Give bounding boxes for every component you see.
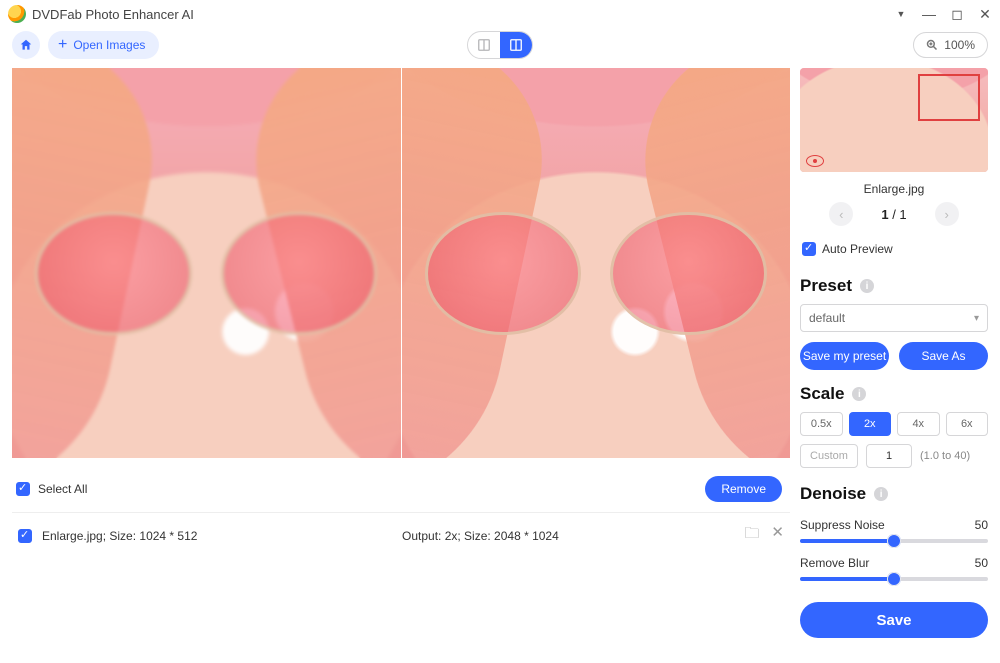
zoom-label: 100% bbox=[944, 38, 975, 52]
denoise-title: Denoise i bbox=[800, 476, 988, 512]
scale-2x[interactable]: 2x bbox=[849, 412, 892, 436]
pager-next[interactable]: › bbox=[935, 202, 959, 226]
info-icon[interactable]: i bbox=[874, 487, 888, 501]
side-panel: Enlarge.jpg ‹ 1 / 1 › Auto Preview Prese… bbox=[790, 62, 1000, 663]
row-checkbox[interactable] bbox=[18, 529, 32, 543]
scale-4x[interactable]: 4x bbox=[897, 412, 940, 436]
info-icon[interactable]: i bbox=[860, 279, 874, 293]
info-icon[interactable]: i bbox=[852, 387, 866, 401]
select-all-label: Select All bbox=[38, 482, 697, 496]
title-bar: DVDFab Photo Enhancer AI ▼ — ◻ ✕ bbox=[0, 0, 1000, 28]
home-icon bbox=[19, 38, 33, 52]
scale-range-hint: (1.0 to 40) bbox=[920, 450, 970, 462]
chevron-down-icon: ▾ bbox=[974, 313, 979, 324]
pager: ‹ 1 / 1 › bbox=[800, 202, 988, 234]
app-title: DVDFab Photo Enhancer AI bbox=[32, 7, 194, 22]
home-button[interactable] bbox=[12, 31, 40, 59]
row-output: Output: 2x; Size: 2048 * 1024 bbox=[402, 529, 734, 543]
suppress-noise-row: Suppress Noise 50 bbox=[800, 512, 988, 532]
view-toggle bbox=[467, 31, 533, 59]
close-icon[interactable]: ✕ bbox=[978, 7, 992, 21]
row-filename: Enlarge.jpg; Size: 1024 * 512 bbox=[42, 529, 392, 543]
preset-title: Preset i bbox=[800, 268, 988, 304]
auto-preview-label: Auto Preview bbox=[822, 242, 893, 256]
scale-custom-input[interactable] bbox=[866, 444, 912, 468]
enhanced-image[interactable] bbox=[402, 68, 791, 458]
remove-blur-row: Remove Blur 50 bbox=[800, 550, 988, 570]
open-folder-icon[interactable]: 🗀 bbox=[744, 523, 759, 548]
scale-6x[interactable]: 6x bbox=[946, 412, 989, 436]
content: Select All Remove Enlarge.jpg; Size: 102… bbox=[0, 62, 1000, 663]
scale-0-5x[interactable]: 0.5x bbox=[800, 412, 843, 436]
file-list: Select All Remove Enlarge.jpg; Size: 102… bbox=[12, 458, 790, 558]
app-logo-icon bbox=[8, 5, 26, 23]
magnifier-icon bbox=[926, 39, 938, 51]
thumbnail[interactable] bbox=[800, 68, 988, 172]
scale-custom-row: Custom (1.0 to 40) bbox=[800, 444, 988, 468]
remove-blur-slider[interactable] bbox=[800, 570, 988, 588]
auto-preview-row: Auto Preview bbox=[800, 234, 988, 268]
minimize-icon[interactable]: — bbox=[922, 7, 936, 21]
toolbar: + Open Images 100% bbox=[0, 28, 1000, 62]
zoom-control[interactable]: 100% bbox=[913, 32, 988, 58]
left-pane: Select All Remove Enlarge.jpg; Size: 102… bbox=[0, 62, 790, 663]
scale-options: 0.5x 2x 4x 6x bbox=[800, 412, 988, 436]
thumbnail-filename: Enlarge.jpg bbox=[800, 172, 988, 202]
file-list-header: Select All Remove bbox=[12, 472, 790, 512]
maximize-icon[interactable]: ◻ bbox=[950, 7, 964, 21]
row-remove-icon[interactable]: ✕ bbox=[771, 523, 784, 548]
plus-icon: + bbox=[58, 37, 67, 53]
view-single-button[interactable] bbox=[468, 32, 500, 58]
preset-select[interactable]: default ▾ bbox=[800, 304, 988, 332]
roi-box[interactable] bbox=[918, 74, 980, 121]
compare-view bbox=[12, 68, 790, 458]
remove-button[interactable]: Remove bbox=[705, 476, 782, 502]
dropdown-menu-icon[interactable]: ▼ bbox=[894, 7, 908, 21]
save-button[interactable]: Save bbox=[800, 602, 988, 638]
pager-prev[interactable]: ‹ bbox=[829, 202, 853, 226]
save-my-preset-button[interactable]: Save my preset bbox=[800, 342, 889, 370]
eye-icon[interactable] bbox=[806, 155, 824, 167]
pager-label: 1 / 1 bbox=[881, 207, 906, 222]
save-as-button[interactable]: Save As bbox=[899, 342, 988, 370]
select-all-checkbox[interactable] bbox=[16, 482, 30, 496]
window-controls: ▼ — ◻ ✕ bbox=[894, 7, 992, 21]
auto-preview-checkbox[interactable] bbox=[802, 242, 816, 256]
table-row[interactable]: Enlarge.jpg; Size: 1024 * 512 Output: 2x… bbox=[12, 512, 790, 558]
open-images-label: Open Images bbox=[73, 38, 145, 52]
open-images-button[interactable]: + Open Images bbox=[48, 31, 159, 59]
view-split-button[interactable] bbox=[500, 32, 532, 58]
scale-custom-label: Custom bbox=[800, 444, 858, 468]
suppress-noise-slider[interactable] bbox=[800, 532, 988, 550]
scale-title: Scale i bbox=[800, 376, 988, 412]
original-image[interactable] bbox=[12, 68, 401, 458]
